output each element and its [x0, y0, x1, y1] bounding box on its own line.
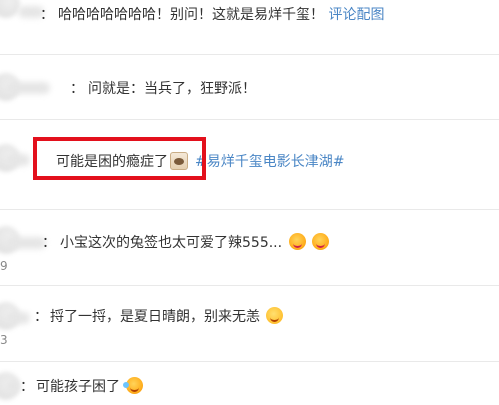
- username-blurred[interactable]: [6, 312, 30, 324]
- comment-text: 问就是：当兵了，狂野派！: [88, 81, 256, 97]
- kiss-emoji-icon: [311, 233, 329, 250]
- hashtag-link[interactable]: #易烊千玺电影长津湖#: [195, 151, 344, 171]
- username-blurred[interactable]: [6, 82, 50, 94]
- like-count: 9: [0, 259, 8, 273]
- username-blurred[interactable]: [6, 380, 20, 392]
- like-count: 3: [0, 333, 8, 347]
- comment-body: 哈哈哈哈哈哈哈！别问！这就是易烊千玺！: [58, 7, 324, 23]
- comment-body: 小宝这次的兔签也太可爱了辣555...: [60, 235, 283, 251]
- comment-text: 可能孩子困了: [36, 376, 144, 396]
- comment-colon: ：: [40, 7, 54, 23]
- username-blurred[interactable]: [6, 237, 46, 249]
- comment-colon: ：: [70, 81, 84, 97]
- laugh-tears-emoji-icon: [123, 377, 144, 394]
- comment-row: ： 可能孩子困了: [0, 362, 499, 405]
- comment-feed: ： 哈哈哈哈哈哈哈！别问！这就是易烊千玺！ 评论配图 ： 问就是：当兵了，狂野派…: [0, 0, 499, 405]
- comment-text: 小宝这次的兔签也太可爱了辣555...: [60, 232, 329, 252]
- comment-body: 可能孩子困了: [36, 379, 120, 395]
- username-blurred[interactable]: [6, 154, 30, 166]
- kiss-emoji-icon: [288, 233, 306, 250]
- highlight-box: [33, 137, 206, 180]
- comment-row: ： 捋了一捋，是夏日晴朗，别来无恙 3: [0, 286, 499, 362]
- comment-row: ： 哈哈哈哈哈哈哈！别问！这就是易烊千玺！ 评论配图: [0, 0, 499, 55]
- comment-text: 哈哈哈哈哈哈哈！别问！这就是易烊千玺！ 评论配图: [58, 4, 384, 24]
- comment-row: ： 小宝这次的兔签也太可爱了辣555... 9: [0, 210, 499, 286]
- avatar[interactable]: [0, 0, 20, 18]
- comment-image-link[interactable]: 评论配图: [328, 7, 384, 23]
- comment-text: 捋了一捋，是夏日晴朗，别来无恙: [50, 306, 284, 326]
- shy-smile-emoji-icon: [266, 307, 284, 324]
- comment-colon: ：: [42, 235, 56, 251]
- comment-row: ： 问就是：当兵了，狂野派！: [0, 55, 499, 120]
- comment-colon: ：: [34, 309, 48, 325]
- comment-body: 捋了一捋，是夏日晴朗，别来无恙: [50, 309, 260, 325]
- comment-colon: ：: [20, 379, 34, 395]
